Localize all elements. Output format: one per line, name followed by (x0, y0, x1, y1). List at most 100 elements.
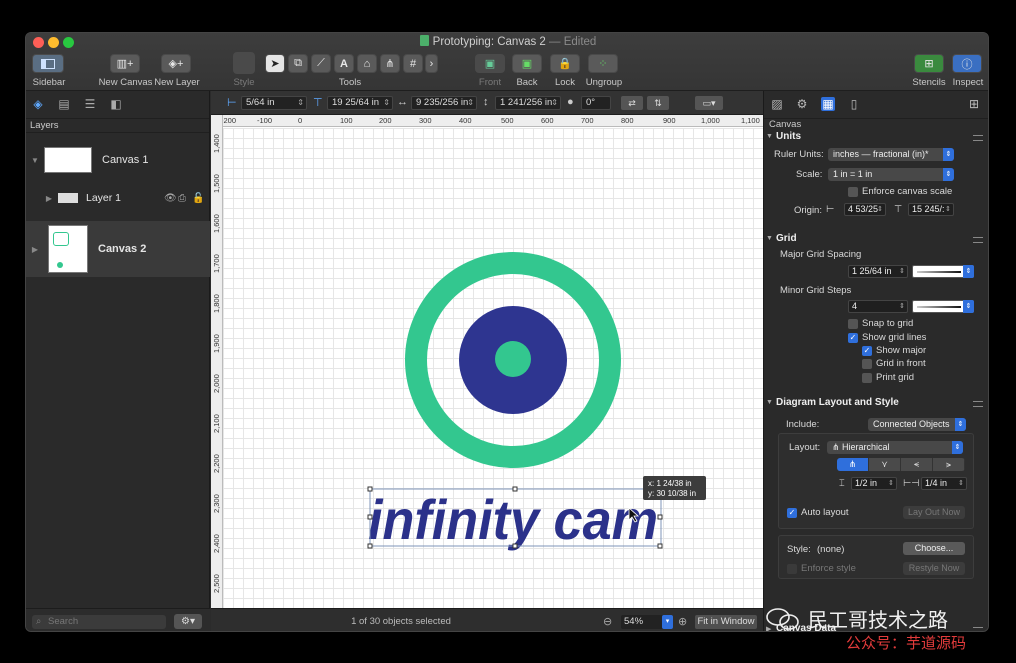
show-grid-lines-checkbox[interactable]: ✓ (848, 333, 858, 343)
ungroup-button[interactable]: ⁘ (588, 54, 618, 73)
diagram-layout-header[interactable]: Diagram Layout and Style (766, 397, 899, 408)
canvas-1-label: Canvas 1 (102, 154, 149, 166)
units-header[interactable]: Units (766, 131, 801, 142)
resize-handle[interactable] (367, 543, 373, 549)
major-spacing-field[interactable]: 1 25/64 in ⇕ (848, 265, 908, 278)
include-label: Include: (786, 419, 820, 430)
bring-front-button[interactable]: ▣ (475, 54, 505, 73)
info-icon: ⓘ (961, 58, 973, 71)
new-canvas-button[interactable]: ▥+ (110, 54, 140, 73)
object-separation-field[interactable]: 1/4 in ⇕ (921, 477, 967, 490)
selection-tool[interactable]: ➤ (265, 54, 285, 73)
stencils-button[interactable]: ⊞ (914, 54, 944, 73)
resize-handle[interactable] (657, 543, 663, 549)
minor-color-well[interactable]: ⇕ (912, 300, 974, 313)
disclosure-closed-icon[interactable]: ▶ (42, 194, 56, 203)
zoom-in-icon[interactable]: ⊕ (678, 615, 687, 628)
bottom-up-icon[interactable]: ⋎ (869, 458, 901, 471)
disclosure-open-icon[interactable]: ▼ (28, 156, 42, 165)
sidebar-actions-button[interactable]: ⚙▾ (174, 614, 202, 629)
lock-button[interactable]: 🔒 (550, 54, 580, 73)
unlock-icon[interactable]: 🔓 (192, 193, 204, 204)
resize-handle[interactable] (367, 514, 373, 520)
search-icon: ⌕ (36, 616, 42, 627)
left-right-icon[interactable]: ⪪ (901, 458, 933, 471)
origin-x-field[interactable]: 4 53/25 ⇕ (844, 203, 886, 216)
line-tool[interactable]: ⟋ (311, 54, 331, 73)
origin-y-field[interactable]: 15 245/: ⇕ (908, 203, 954, 216)
layers-tab-icon[interactable]: ◈ (30, 97, 46, 111)
rank-separation-field[interactable]: 1/2 in ⇕ (851, 477, 897, 490)
logo-text[interactable]: infinity cam (368, 488, 658, 551)
resize-handle[interactable] (367, 486, 373, 492)
text-tool[interactable]: A (334, 54, 354, 73)
new-layer-icon: ◈+ (168, 58, 184, 70)
canvas-2-row[interactable]: ▶ Canvas 2 (26, 221, 210, 277)
more-tools-button[interactable]: › (425, 54, 438, 73)
grid-tool[interactable]: # (403, 54, 423, 73)
disclosure-closed-icon[interactable]: ▶ (28, 245, 42, 254)
printer-icon[interactable]: ⎙ (178, 193, 186, 204)
properties-gear-icon[interactable]: ⚙ (795, 97, 809, 111)
ruler-units-popup[interactable]: inches — fractional (in)* ⇕ (828, 148, 954, 161)
sidebar-toggle-button[interactable] (32, 54, 64, 73)
snap-to-grid-checkbox[interactable] (848, 319, 858, 329)
shape-tool[interactable]: ⧉ (288, 54, 308, 73)
diagram-tool[interactable]: ⋔ (380, 54, 400, 73)
canvas-2-thumbnail (48, 225, 88, 273)
grid-header[interactable]: Grid (766, 233, 796, 244)
section-menu-icon[interactable] (973, 135, 983, 141)
right-left-icon[interactable]: ⪫ (933, 458, 965, 471)
style-well[interactable] (233, 52, 255, 74)
center-dot-shape[interactable] (495, 341, 531, 377)
pointer-icon: ➤ (270, 58, 280, 70)
choose-style-button[interactable]: Choose... (903, 542, 965, 555)
inspect-button[interactable]: ⓘ (952, 54, 982, 73)
layer-1-row[interactable]: ▶ Layer 1 👁 ⎙ 🔓 (26, 189, 210, 207)
zoom-field[interactable]: 54% ▾ (621, 615, 673, 629)
resize-handle[interactable] (512, 486, 518, 492)
section-menu-icon[interactable] (973, 627, 983, 631)
canvas-drawing[interactable]: infinity cam x: 1 24/38 in y: 30 10/38 i… (211, 91, 763, 608)
visibility-eye-icon[interactable]: 👁 (164, 193, 177, 204)
enforce-style-checkbox[interactable] (787, 564, 797, 574)
top-down-icon[interactable]: ⋔ (837, 458, 869, 471)
include-popup[interactable]: Connected Objects ⇕ (868, 418, 966, 431)
layout-popup[interactable]: ⋔ Hierarchical ⇕ (827, 441, 963, 454)
send-back-button[interactable]: ▣ (512, 54, 542, 73)
restyle-now-button[interactable]: Restyle Now (903, 562, 965, 575)
selection-tab-icon[interactable]: ◧ (108, 97, 124, 111)
enforce-scale-checkbox[interactable] (848, 187, 858, 197)
show-major-checkbox[interactable]: ✓ (862, 346, 872, 356)
object-inspector-icon[interactable]: ▨ (770, 97, 784, 111)
canvas-inspector-icon[interactable]: ▦ (821, 97, 835, 111)
zoom-out-icon[interactable]: ⊖ (603, 615, 612, 628)
section-menu-icon[interactable] (973, 237, 983, 243)
lay-out-now-button[interactable]: Lay Out Now (903, 506, 965, 519)
inspector-tabs: ▨ ⚙ ▦ ▯ ⊞ (764, 91, 988, 119)
print-grid-checkbox[interactable] (862, 373, 872, 383)
canvas-1-row[interactable]: ▼ Canvas 1 (26, 143, 210, 177)
outline-tab-icon[interactable]: ☰ (82, 97, 98, 111)
new-layer-button[interactable]: ◈+ (161, 54, 191, 73)
major-color-well[interactable]: ⇕ (912, 265, 974, 278)
pen-tool[interactable]: ⌂ (357, 54, 377, 73)
section-menu-icon[interactable] (973, 401, 983, 407)
search-input[interactable]: ⌕ Search (32, 615, 166, 629)
auto-layout-checkbox[interactable]: ✓ (787, 508, 797, 518)
resize-handle[interactable] (512, 543, 518, 549)
minor-steps-field[interactable]: 4 ⇕ (848, 300, 908, 313)
scale-popup[interactable]: 1 in = 1 in ⇕ (828, 168, 954, 181)
expand-all-icon[interactable]: ⊞ (967, 97, 981, 111)
back-label: Back (516, 77, 538, 88)
resize-handle[interactable] (657, 514, 663, 520)
grid-in-front-checkbox[interactable] (862, 359, 872, 369)
watermark-subtitle: 公众号：芋道源码 (846, 634, 967, 652)
minor-steps-label: Minor Grid Steps (780, 285, 852, 296)
fit-in-window-button[interactable]: Fit in Window (695, 615, 757, 629)
document-inspector-icon[interactable]: ▯ (847, 97, 861, 111)
canvas-area[interactable]: ⊢ 5/64 in ⇕ ⊤ 19 25/64 in ⇕ ↔ 9 235/256 in… (211, 91, 763, 608)
layout-direction-segmented[interactable]: ⋔ ⋎ ⪪ ⪫ (837, 458, 965, 471)
ungroup-icon: ⁘ (598, 58, 608, 70)
canvases-tab-icon[interactable]: ▤ (56, 97, 72, 111)
